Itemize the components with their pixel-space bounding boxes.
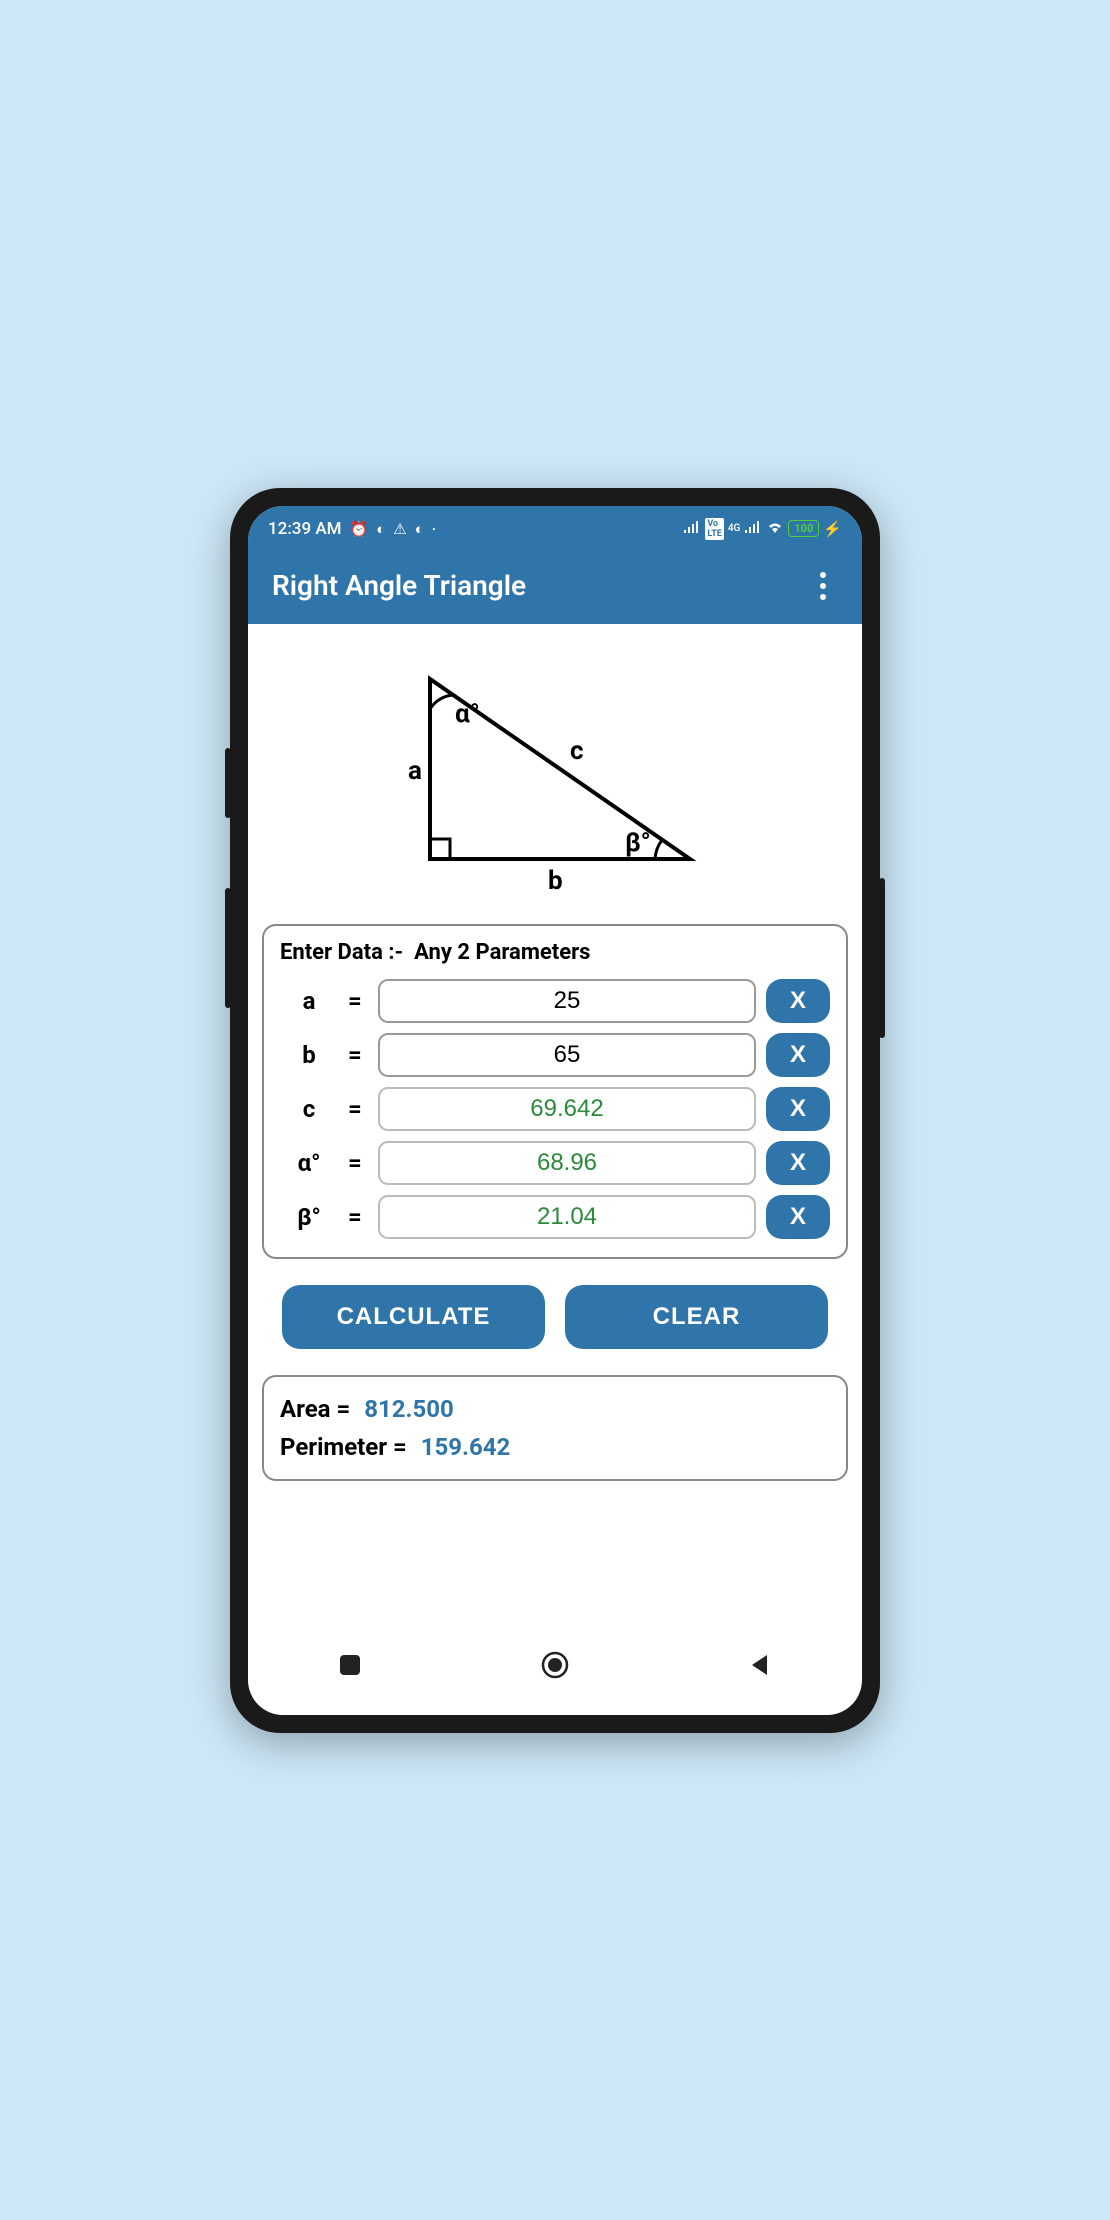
notification-icon: ◐ (376, 520, 385, 538)
param-input-b[interactable] (378, 1033, 756, 1077)
param-input-c[interactable] (378, 1087, 756, 1131)
volume-down-button[interactable] (225, 888, 231, 1008)
triangle-diagram: α° β° a b c (262, 644, 848, 924)
param-input-alpha[interactable] (378, 1141, 756, 1185)
side-b-label: b (548, 866, 563, 894)
side-a-label: a (408, 756, 422, 786)
equals-sign: = (348, 1041, 368, 1069)
side-c-label: c (570, 736, 584, 766)
beta-label: β° (625, 828, 651, 858)
area-value: 812.500 (364, 1395, 454, 1423)
more-notifications-icon: · (432, 520, 436, 538)
phone-screen: 12:39 AM ⏰ ◐ ⚠ ◐ · VoLTE 4G (248, 506, 862, 1715)
clear-a-button[interactable]: X (766, 979, 830, 1023)
status-time: 12:39 AM (268, 519, 342, 539)
param-label-c: c (280, 1095, 338, 1123)
param-input-beta[interactable] (378, 1195, 756, 1239)
area-label: Area = (280, 1395, 350, 1423)
battery-icon: 100 (788, 520, 819, 537)
nav-bar (248, 1621, 862, 1715)
clear-all-button[interactable]: CLEAR (565, 1285, 828, 1349)
action-button-row: CALCULATE CLEAR (262, 1285, 848, 1349)
clear-beta-button[interactable]: X (766, 1195, 830, 1239)
input-row-c: c = X (280, 1087, 830, 1131)
perimeter-result: Perimeter = 159.642 (280, 1433, 830, 1461)
area-result: Area = 812.500 (280, 1395, 830, 1423)
input-panel: Enter Data :- Any 2 Parameters a = X b =… (262, 924, 848, 1259)
signal-icon-2 (744, 520, 762, 538)
param-input-a[interactable] (378, 979, 756, 1023)
input-row-a: a = X (280, 979, 830, 1023)
param-label-alpha: α° (280, 1149, 338, 1177)
network-4g-icon: 4G (728, 523, 741, 534)
equals-sign: = (348, 1149, 368, 1177)
clear-b-button[interactable]: X (766, 1033, 830, 1077)
input-row-beta: β° = X (280, 1195, 830, 1239)
recent-apps-button[interactable] (310, 1645, 390, 1685)
alarm-icon: ⏰ (350, 520, 369, 538)
equals-sign: = (348, 1095, 368, 1123)
status-bar: 12:39 AM ⏰ ◐ ⚠ ◐ · VoLTE 4G (248, 506, 862, 548)
app-content: α° β° a b c Enter Data :- Any 2 Paramete… (248, 624, 862, 1501)
wifi-icon (766, 520, 784, 538)
power-button[interactable] (879, 878, 885, 1038)
input-panel-header: Enter Data :- Any 2 Parameters (280, 940, 830, 965)
charging-icon: ⚡ (823, 520, 842, 538)
perimeter-value: 159.642 (421, 1433, 511, 1461)
back-button[interactable] (720, 1645, 800, 1685)
status-left: 12:39 AM ⏰ ◐ ⚠ ◐ · (268, 519, 436, 539)
param-label-b: b (280, 1041, 338, 1069)
input-row-b: b = X (280, 1033, 830, 1077)
clear-alpha-button[interactable]: X (766, 1141, 830, 1185)
param-label-beta: β° (280, 1203, 338, 1231)
clear-c-button[interactable]: X (766, 1087, 830, 1131)
alpha-label: α° (455, 699, 480, 729)
input-row-alpha: α° = X (280, 1141, 830, 1185)
param-label-a: a (280, 987, 338, 1015)
more-menu-button[interactable] (808, 566, 838, 606)
signal-icon (683, 520, 701, 538)
results-panel: Area = 812.500 Perimeter = 159.642 (262, 1375, 848, 1481)
status-right: VoLTE 4G 100 ⚡ (683, 518, 842, 540)
volume-up-button[interactable] (225, 748, 231, 818)
equals-sign: = (348, 987, 368, 1015)
app-title: Right Angle Triangle (272, 569, 526, 602)
phone-frame: 12:39 AM ⏰ ◐ ⚠ ◐ · VoLTE 4G (230, 488, 880, 1733)
app-bar: Right Angle Triangle (248, 548, 862, 624)
volte-icon: VoLTE (705, 518, 724, 540)
equals-sign: = (348, 1203, 368, 1231)
perimeter-label: Perimeter = (280, 1433, 407, 1461)
warning-icon: ⚠ (393, 520, 406, 538)
home-button[interactable] (515, 1645, 595, 1685)
notification-icon-2: ◐ (415, 520, 424, 538)
calculate-button[interactable]: CALCULATE (282, 1285, 545, 1349)
